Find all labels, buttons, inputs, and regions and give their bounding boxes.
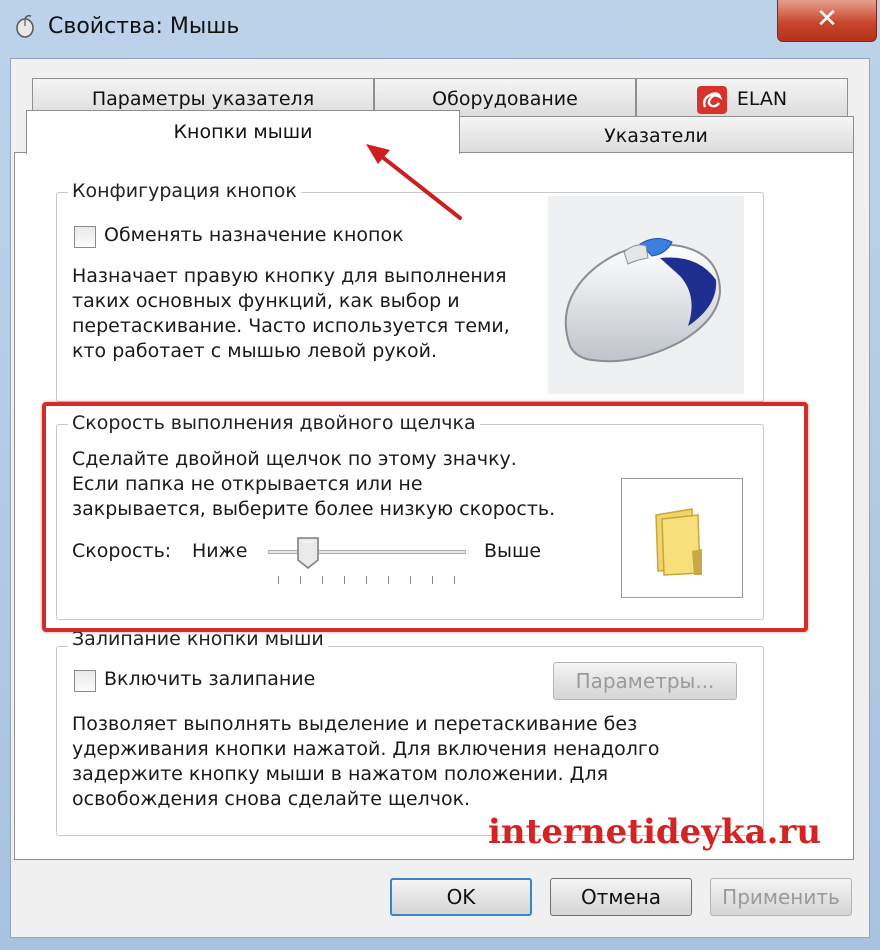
click-lock-checkbox[interactable]	[74, 670, 96, 692]
tab-elan[interactable]: ELAN	[636, 78, 848, 118]
description-line: удерживания кнопки нажатой. Для включени…	[72, 738, 660, 760]
click-lock-settings-button[interactable]: Параметры...	[553, 662, 737, 700]
tab-label: Кнопки мыши	[173, 121, 313, 143]
apply-button[interactable]: Применить	[710, 878, 852, 916]
description-line: Позволяет выполнять выделение и перетаск…	[72, 713, 638, 735]
watermark-text: internetideyka.ru	[488, 812, 822, 852]
window-title: Свойства: Мышь	[48, 14, 240, 39]
description-line: задержите кнопку мыши в нажатом положени…	[72, 763, 609, 785]
red-arrow-annotation	[366, 144, 462, 220]
description-line: таких основных функций, как выбор и	[72, 290, 460, 312]
description-line: кто работает с мышью левой рукой.	[72, 340, 438, 362]
tab-label: ELAN	[736, 88, 788, 110]
button-config-description: Назначает правую кнопку для выполнения т…	[72, 264, 510, 364]
description-line: освобождения снова сделайте щелчок.	[72, 788, 471, 810]
mouse-properties-window: Свойства: Мышь ✕ Параметры указателя Обо…	[0, 0, 880, 950]
button-label: Отмена	[580, 885, 662, 909]
button-label: OK	[446, 885, 476, 909]
description-line: перетаскивание. Часто используется теми,	[72, 315, 510, 337]
title-bar[interactable]: Свойства: Мышь ✕	[0, 0, 880, 58]
swap-buttons-checkbox[interactable]	[74, 226, 96, 248]
tab-label: Параметры указателя	[91, 88, 315, 110]
button-label: Параметры...	[575, 669, 715, 693]
button-config-title: Конфигурация кнопок	[68, 180, 301, 202]
click-lock-description: Позволяет выполнять выделение и перетаск…	[72, 712, 660, 812]
highlight-annotation-box	[42, 402, 808, 632]
mouse-illustration	[548, 196, 744, 394]
elan-logo-icon	[696, 85, 727, 114]
ok-button[interactable]: OK	[390, 878, 532, 916]
click-lock-label[interactable]: Включить залипание	[104, 668, 315, 690]
cancel-button[interactable]: Отмена	[550, 878, 692, 916]
button-label: Применить	[722, 885, 840, 909]
tab-label: Указатели	[604, 125, 708, 147]
close-icon: ✕	[816, 4, 838, 34]
tab-pointers[interactable]: Указатели	[458, 116, 854, 154]
mouse-app-icon	[14, 14, 36, 38]
close-button[interactable]: ✕	[777, 0, 877, 42]
description-line: Назначает правую кнопку для выполнения	[72, 265, 507, 287]
swap-buttons-label[interactable]: Обменять назначение кнопок	[104, 224, 404, 246]
tab-label: Оборудование	[432, 88, 578, 110]
